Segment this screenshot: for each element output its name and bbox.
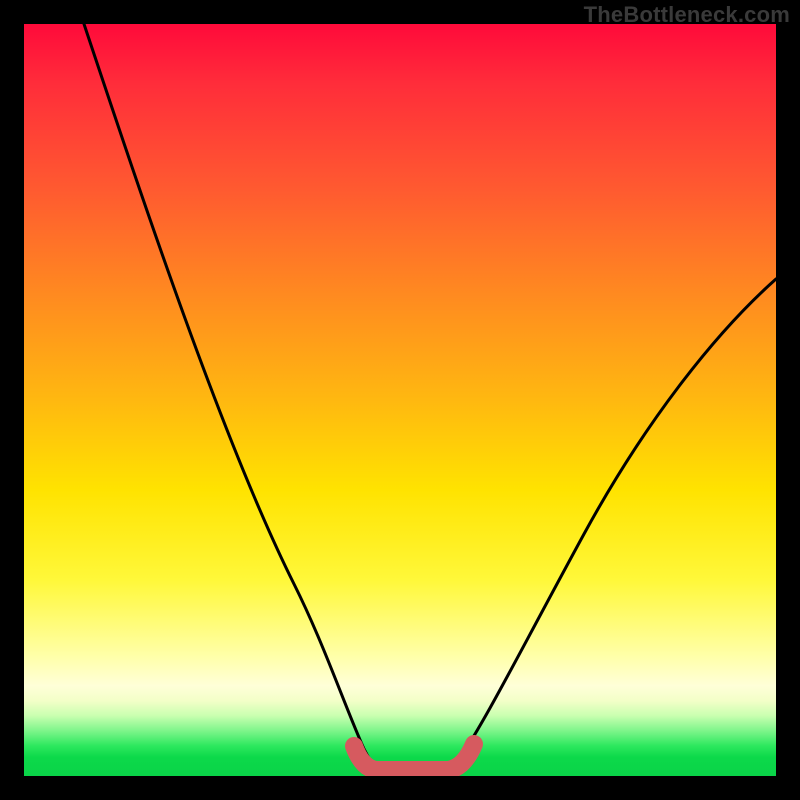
curve-left [84, 24, 372, 764]
plot-area [24, 24, 776, 776]
watermark-text: TheBottleneck.com [584, 2, 790, 28]
chart-frame: TheBottleneck.com [0, 0, 800, 800]
curve-right [456, 279, 776, 764]
curves-svg [24, 24, 776, 776]
sweet-spot-highlight [354, 744, 474, 770]
